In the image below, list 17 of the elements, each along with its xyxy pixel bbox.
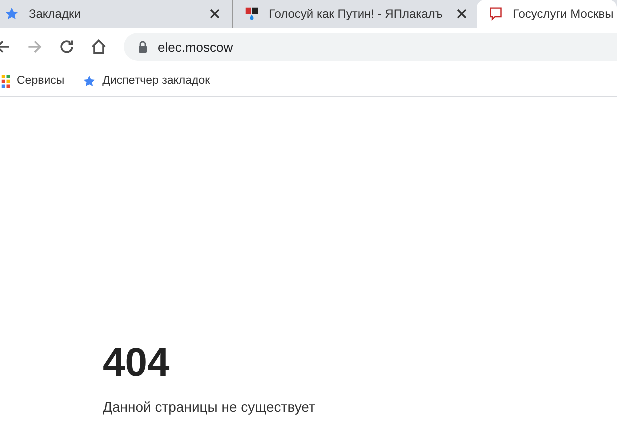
error-message: Данной страницы не существует — [103, 399, 316, 415]
bookmark-item[interactable]: Диспетчер закладок — [82, 74, 210, 88]
home-icon[interactable] — [90, 38, 108, 56]
reload-icon[interactable] — [58, 38, 76, 56]
address-bar[interactable]: elec.moscow — [124, 33, 617, 61]
star-icon — [82, 74, 96, 88]
close-icon[interactable] — [210, 9, 220, 19]
speech-bubble-icon — [489, 7, 503, 21]
lock-icon — [138, 41, 148, 53]
star-icon — [5, 7, 19, 21]
apps-grid-icon — [0, 74, 10, 88]
browser-tab[interactable]: Госуслуги Москвы — [477, 0, 617, 28]
close-icon[interactable] — [457, 9, 467, 19]
browser-tab[interactable]: Закладки — [0, 0, 230, 28]
error-code: 404 — [103, 340, 171, 387]
bookmark-item[interactable]: Сервисы — [0, 74, 65, 88]
site-logo-icon — [245, 7, 259, 21]
